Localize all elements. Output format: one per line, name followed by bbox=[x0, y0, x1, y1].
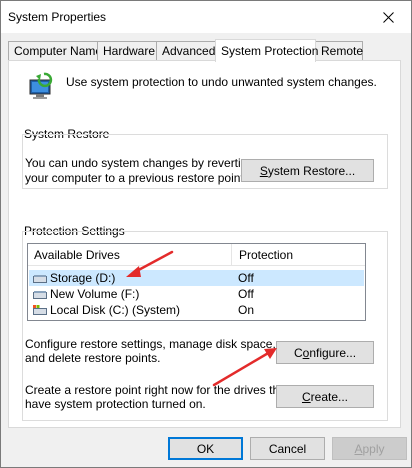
system-restore-desc-line1: You can undo system changes by reverting bbox=[25, 156, 255, 170]
title-bar: System Properties bbox=[1, 1, 411, 33]
drive-icon bbox=[33, 291, 47, 299]
configure-desc-line1: Configure restore settings, manage disk … bbox=[25, 337, 276, 351]
system-drive-icon bbox=[33, 305, 47, 315]
configure-button-label: Configure... bbox=[293, 345, 357, 360]
window-title: System Properties bbox=[8, 10, 107, 24]
tab-computer-name[interactable]: Computer Name bbox=[8, 41, 102, 60]
system-restore-desc-line2: your computer to a previous restore poin… bbox=[25, 171, 248, 185]
create-desc-line1: Create a restore point right now for the… bbox=[25, 383, 290, 397]
column-header-available-drives[interactable]: Available Drives bbox=[34, 248, 120, 262]
tab-system-protection[interactable]: System Protection bbox=[215, 39, 318, 62]
system-restore-button[interactable]: System Restore... bbox=[241, 159, 374, 182]
column-divider[interactable] bbox=[231, 244, 232, 266]
system-properties-window: System Properties Computer Name Hardware… bbox=[0, 0, 412, 468]
drive-row-new-volume-f[interactable]: New Volume (F:) Off bbox=[29, 286, 364, 302]
drives-list[interactable]: Available Drives Protection Storage (D:)… bbox=[27, 243, 366, 321]
drive-icon bbox=[33, 275, 47, 283]
system-restore-button-label: System Restore... bbox=[259, 163, 356, 178]
drive-protection-status: Off bbox=[238, 287, 254, 301]
close-button[interactable] bbox=[365, 1, 411, 33]
create-button[interactable]: Create... bbox=[276, 385, 374, 408]
configure-desc-line2: and delete restore points. bbox=[25, 351, 161, 365]
tab-hardware[interactable]: Hardware bbox=[97, 41, 157, 60]
tab-advanced[interactable]: Advanced bbox=[156, 41, 217, 60]
create-button-label: Create... bbox=[301, 389, 349, 404]
drive-name: New Volume (F:) bbox=[50, 287, 140, 301]
apply-button[interactable]: Apply bbox=[332, 437, 407, 460]
drive-name: Storage (D:) bbox=[50, 271, 116, 285]
drive-protection-status: On bbox=[238, 303, 255, 317]
column-header-protection[interactable]: Protection bbox=[239, 248, 293, 262]
drive-protection-status: Off bbox=[238, 271, 254, 285]
close-icon bbox=[382, 11, 394, 23]
ok-button[interactable]: OK bbox=[168, 437, 243, 460]
system-protection-panel: Use system protection to undo unwanted s… bbox=[8, 60, 401, 428]
intro-text: Use system protection to undo unwanted s… bbox=[66, 75, 377, 89]
drive-row-storage-d[interactable]: Storage (D:) Off bbox=[29, 270, 364, 286]
cancel-button[interactable]: Cancel bbox=[250, 437, 325, 460]
create-desc-line2: have system protection turned on. bbox=[25, 397, 206, 411]
apply-button-label: Apply bbox=[354, 441, 385, 456]
configure-button[interactable]: Configure... bbox=[276, 341, 374, 364]
drives-list-header: Available Drives Protection bbox=[28, 244, 365, 266]
drive-name: Local Disk (C:) (System) bbox=[50, 303, 181, 317]
tab-remote[interactable]: Remote bbox=[315, 41, 363, 60]
drive-row-local-disk-c[interactable]: Local Disk (C:) (System) On bbox=[29, 302, 364, 318]
system-protection-icon bbox=[29, 72, 53, 99]
